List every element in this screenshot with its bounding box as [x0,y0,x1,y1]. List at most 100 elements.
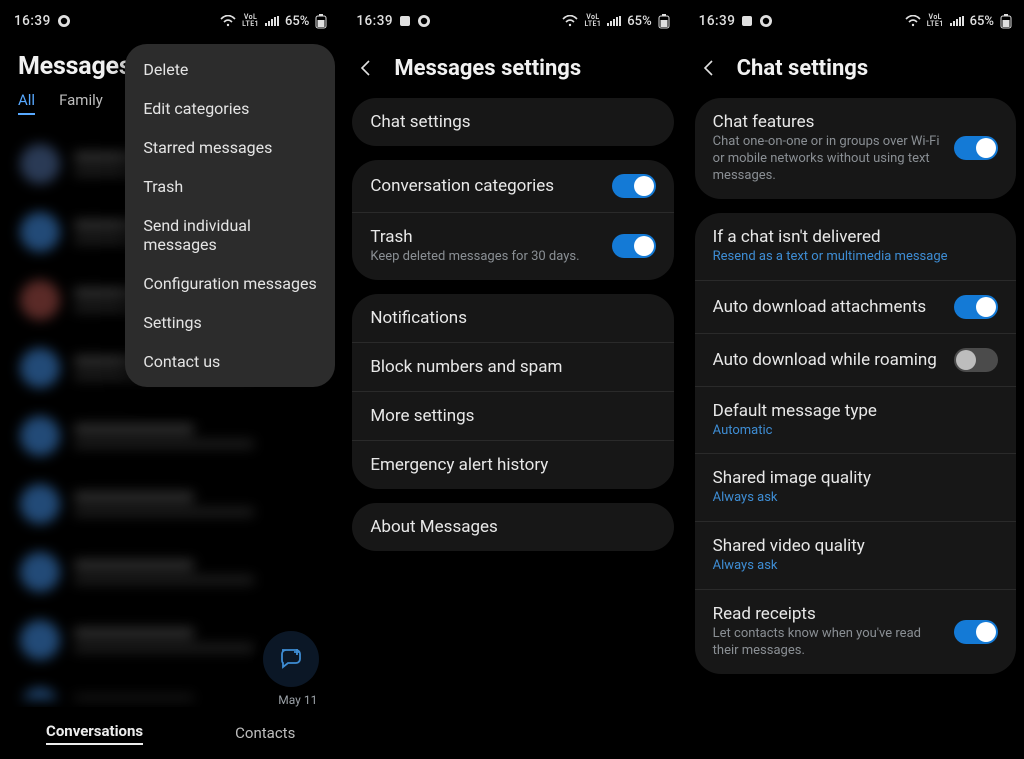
row-trash[interactable]: Trash Keep deleted messages for 30 days. [352,212,673,280]
row-label: Block numbers and spam [370,357,643,377]
notification-icon [399,15,411,27]
status-clock: 16:39 [699,13,736,29]
toggle-chat-features[interactable] [954,136,998,160]
row-read-receipts[interactable]: Read receipts Let contacts know when you… [695,589,1016,674]
row-subtitle: Resend as a text or multimedia message [713,249,986,266]
notification-icon [417,14,431,28]
card-about: About Messages [352,503,673,551]
menu-edit-categories[interactable]: Edit categories [125,89,335,128]
card-chat-options: If a chat isn't delivered Resend as a te… [695,213,1016,674]
row-label: Auto download while roaming [713,350,942,370]
overflow-menu: Delete Edit categories Starred messages … [125,44,335,387]
screen-chat-settings: 16:39 VoLLTE1 65% Chat settings [685,0,1024,759]
row-label: Emergency alert history [370,455,643,475]
toggle-auto-download-roaming[interactable] [954,348,998,372]
menu-contact-us[interactable]: Contact us [125,342,335,381]
bottom-nav: Conversations Contacts [0,707,341,759]
row-default-message-type[interactable]: Default message type Automatic [695,386,1016,454]
battery-percent: 65% [627,14,651,29]
toggle-auto-download[interactable] [954,295,998,319]
bottom-tab-conversations[interactable]: Conversations [46,722,143,745]
row-notifications[interactable]: Notifications [352,294,673,342]
signal-icon [950,15,964,27]
wifi-icon [905,15,921,27]
row-chat-settings[interactable]: Chat settings [352,98,673,146]
row-label: Auto download attachments [713,297,942,317]
row-auto-download-attachments[interactable]: Auto download attachments [695,280,1016,333]
row-label: Read receipts [713,604,942,624]
battery-icon [1000,14,1012,29]
row-block-numbers-spam[interactable]: Block numbers and spam [352,342,673,391]
card-notifications-group: Notifications Block numbers and spam Mor… [352,294,673,489]
menu-trash[interactable]: Trash [125,167,335,206]
app-header: Chat settings [685,36,1024,88]
wifi-icon [562,15,578,27]
battery-percent: 65% [970,14,994,29]
menu-starred-messages[interactable]: Starred messages [125,128,335,167]
battery-icon [315,14,327,29]
row-label: Shared image quality [713,468,986,488]
row-chat-features[interactable]: Chat features Chat one-on-one or in grou… [695,98,1016,199]
back-button[interactable] [352,54,380,82]
row-about-messages[interactable]: About Messages [352,503,673,551]
menu-send-individual[interactable]: Send individual messages [125,206,335,264]
toggle-conversation-categories[interactable] [612,174,656,198]
back-button[interactable] [695,54,723,82]
row-shared-image-quality[interactable]: Shared image quality Always ask [695,453,1016,521]
bottom-tab-contacts[interactable]: Contacts [235,724,295,742]
card-chat-features: Chat features Chat one-on-one or in grou… [695,98,1016,199]
row-subtitle: Let contacts know when you've read their… [713,626,942,660]
network-label: VoLLTE1 [584,14,601,28]
row-label: Notifications [370,308,643,328]
app-header: Messages settings [342,36,683,88]
status-bar: 16:39 VoLLTE1 65% [0,0,341,36]
menu-settings[interactable]: Settings [125,303,335,342]
tab-all[interactable]: All [18,91,35,115]
card-chat-settings: Chat settings [352,98,673,146]
row-auto-download-roaming[interactable]: Auto download while roaming [695,333,1016,386]
row-shared-video-quality[interactable]: Shared video quality Always ask [695,521,1016,589]
row-label: Conversation categories [370,176,599,196]
scroll-date-indicator: May 11 [278,693,317,707]
row-emergency-alert-history[interactable]: Emergency alert history [352,440,673,489]
row-label: More settings [370,406,643,426]
menu-delete[interactable]: Delete [125,50,335,89]
status-clock: 16:39 [356,13,393,29]
row-subtitle: Automatic [713,423,986,440]
row-more-settings[interactable]: More settings [352,391,673,440]
signal-icon [607,15,621,27]
toggle-trash[interactable] [612,234,656,258]
status-bar: 16:39 VoLLTE1 65% [342,0,683,36]
notification-icon [57,14,71,28]
wifi-icon [220,15,236,27]
notification-icon [759,14,773,28]
row-subtitle: Chat one-on-one or in groups over Wi-Fi … [713,134,942,185]
row-label: Default message type [713,401,986,421]
page-title: Chat settings [737,56,869,81]
status-clock: 16:39 [14,13,51,29]
status-bar: 16:39 VoLLTE1 65% [685,0,1024,36]
row-subtitle: Keep deleted messages for 30 days. [370,249,599,266]
row-conversation-categories[interactable]: Conversation categories [352,160,673,212]
row-subtitle: Always ask [713,558,986,575]
card-categories-trash: Conversation categories Trash Keep delet… [352,160,673,280]
battery-icon [658,14,670,29]
menu-configuration-messages[interactable]: Configuration messages [125,264,335,303]
network-label: VoLLTE1 [242,14,259,28]
network-label: VoLLTE1 [927,14,944,28]
row-label: Chat settings [370,112,643,132]
row-not-delivered[interactable]: If a chat isn't delivered Resend as a te… [695,213,1016,280]
signal-icon [265,15,279,27]
row-label: About Messages [370,517,643,537]
chevron-left-icon [356,58,376,78]
toggle-read-receipts[interactable] [954,620,998,644]
row-label: Shared video quality [713,536,986,556]
compose-button[interactable] [263,631,319,687]
compose-icon [278,644,304,674]
chevron-left-icon [699,58,719,78]
tab-family[interactable]: Family [59,91,103,115]
notification-icon [741,15,753,27]
row-label: Chat features [713,112,942,132]
row-label: If a chat isn't delivered [713,227,986,247]
screen-messages-settings: 16:39 VoLLTE1 65% Messages settings [342,0,684,759]
